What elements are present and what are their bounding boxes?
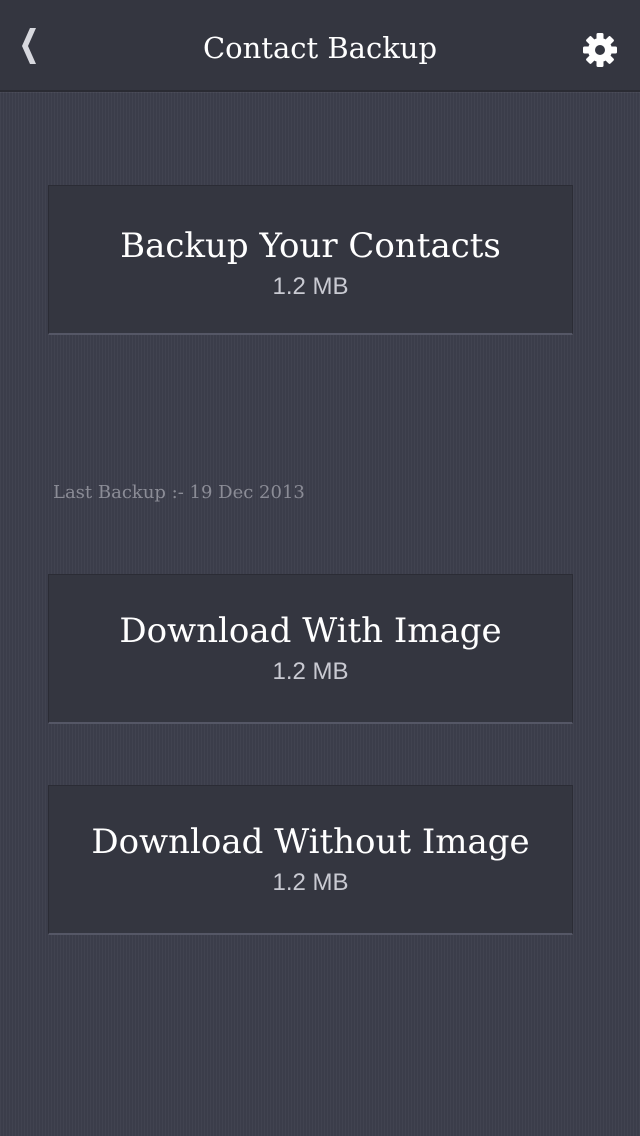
- last-backup-text: Last Backup :- 19 Dec 2013: [53, 482, 305, 503]
- navigation-bar: Contact Backup: [0, 0, 640, 92]
- download-without-image-button[interactable]: Download Without Image 1.2 MB: [48, 785, 573, 935]
- gear-icon: [580, 30, 620, 70]
- backup-size-label: 1.2 MB: [272, 273, 349, 300]
- back-button[interactable]: [8, 22, 48, 70]
- download-with-image-label: Download With Image: [119, 611, 502, 651]
- download-without-image-label: Download Without Image: [91, 822, 530, 862]
- backup-contacts-button[interactable]: Backup Your Contacts 1.2 MB: [48, 185, 573, 335]
- settings-button[interactable]: [580, 30, 620, 70]
- chevron-left-icon: [8, 22, 48, 70]
- page-title: Contact Backup: [202, 31, 438, 65]
- download-without-image-size: 1.2 MB: [272, 869, 349, 896]
- download-with-image-size: 1.2 MB: [272, 658, 349, 685]
- download-with-image-button[interactable]: Download With Image 1.2 MB: [48, 574, 573, 724]
- backup-contacts-label: Backup Your Contacts: [120, 226, 501, 266]
